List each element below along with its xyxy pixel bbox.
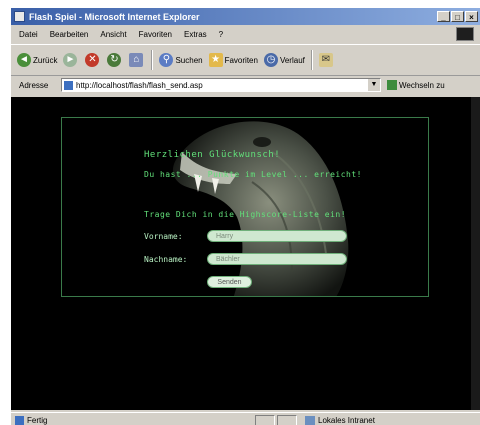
menu-bearbeiten[interactable]: Bearbeiten: [44, 30, 95, 39]
chevron-down-icon[interactable]: ▼: [368, 79, 380, 91]
toolbar-separator: [310, 50, 313, 70]
browser-window: Flash Spiel - Microsoft Internet Explore…: [10, 7, 480, 425]
favorites-folder-icon: ★: [208, 53, 223, 67]
history-button[interactable]: ◷ Verlauf: [263, 53, 305, 67]
forward-button[interactable]: ►: [63, 53, 79, 67]
address-url: http://localhost/flash/flash_send.asp: [76, 80, 203, 90]
stop-button[interactable]: ✕: [85, 53, 101, 67]
maximize-button[interactable]: □: [451, 11, 464, 22]
back-arrow-icon: ◄: [17, 53, 31, 67]
snake-image: [173, 121, 349, 296]
back-button[interactable]: ◄ Zurück: [17, 53, 57, 67]
home-button[interactable]: ⌂: [129, 53, 145, 67]
windows-logo-throbber: [456, 27, 474, 41]
lastname-field[interactable]: Bächler: [207, 253, 347, 265]
title-bar: Flash Spiel - Microsoft Internet Explore…: [11, 8, 480, 25]
history-label: Verlauf: [279, 55, 305, 65]
mail-button[interactable]: ✉: [318, 53, 335, 67]
address-bar: Adresse http://localhost/flash/flash_sen…: [11, 75, 480, 95]
close-button[interactable]: ×: [465, 11, 478, 22]
go-button[interactable]: Wechseln zu: [387, 80, 445, 90]
menu-datei[interactable]: Datei: [11, 30, 44, 39]
intranet-icon: [305, 415, 315, 425]
minimize-button[interactable]: _: [437, 11, 450, 22]
favorites-button[interactable]: ★ Favoriten: [208, 53, 258, 67]
address-input[interactable]: http://localhost/flash/flash_send.asp ▼: [61, 78, 381, 92]
menu-favoriten[interactable]: Favoriten: [133, 30, 178, 39]
status-bar: Fertig Lokales Intranet: [11, 412, 480, 425]
page-content: Herzlichen Glückwunsch! Du hast ... Punk…: [11, 97, 480, 410]
highscore-prompt: Trage Dich in die Highscore-Liste ein!: [144, 210, 347, 219]
congrats-heading: Herzlichen Glückwunsch!: [144, 150, 281, 160]
status-text: Fertig: [27, 415, 48, 425]
address-label: Adresse: [19, 80, 49, 90]
menu-ansicht[interactable]: Ansicht: [94, 30, 132, 39]
security-zone: Lokales Intranet: [299, 415, 415, 425]
toolbar-separator: [151, 50, 154, 70]
status-empty-cell: [277, 414, 297, 425]
lastname-label: Nachname:: [144, 255, 188, 264]
refresh-button[interactable]: ↻: [107, 53, 123, 67]
send-button[interactable]: Senden: [207, 276, 252, 288]
forward-arrow-icon: ►: [63, 53, 78, 67]
menu-bar: Datei Bearbeiten Ansicht Favoriten Extra…: [11, 26, 480, 42]
zone-text: Lokales Intranet: [318, 415, 375, 425]
menu-help[interactable]: ?: [213, 30, 229, 39]
flash-movie[interactable]: Herzlichen Glückwunsch! Du hast ... Punk…: [61, 117, 429, 297]
search-icon: ⚲: [159, 53, 174, 67]
standard-toolbar: ◄ Zurück ► ✕ ↻ ⌂ ⚲ Suchen ★ Favoriten ◷ …: [11, 44, 480, 76]
status-pane: Fertig: [11, 415, 255, 425]
ie-app-icon: [14, 11, 25, 22]
firstname-label: Vorname:: [144, 232, 183, 241]
page-icon: [64, 80, 73, 90]
firstname-field[interactable]: Harry: [207, 230, 347, 242]
favorites-label: Favoriten: [224, 55, 258, 65]
back-label: Zurück: [33, 55, 58, 65]
stop-icon: ✕: [85, 53, 100, 67]
window-title: Flash Spiel - Microsoft Internet Explore…: [29, 11, 200, 22]
go-label: Wechseln zu: [399, 80, 445, 90]
scrollbar-track[interactable]: [471, 97, 480, 410]
search-label: Suchen: [175, 55, 203, 65]
home-icon: ⌂: [129, 53, 144, 67]
page-done-icon: [15, 415, 24, 425]
level-message: Du hast ... Punkte im Level ... erreicht…: [144, 170, 362, 179]
go-arrow-icon: [387, 80, 397, 90]
menu-extras[interactable]: Extras: [178, 30, 213, 39]
refresh-icon: ↻: [107, 53, 122, 67]
mail-icon: ✉: [318, 53, 333, 67]
search-button[interactable]: ⚲ Suchen: [159, 53, 203, 67]
status-empty-cell: [255, 414, 275, 425]
history-icon: ◷: [263, 53, 278, 67]
